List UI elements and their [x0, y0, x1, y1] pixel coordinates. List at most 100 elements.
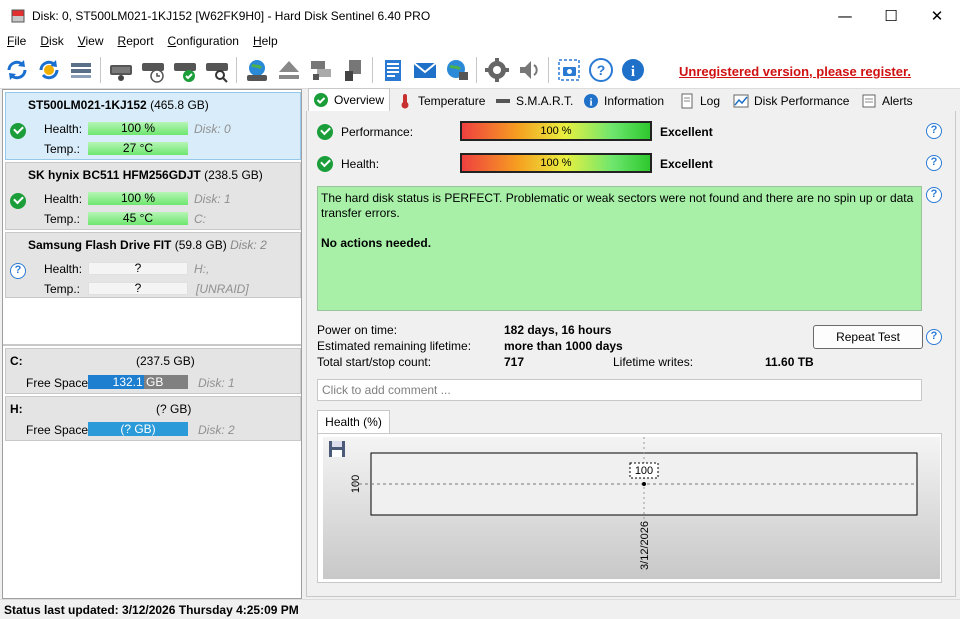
globe-disk-icon[interactable]	[244, 57, 270, 83]
menu-report[interactable]: Report	[111, 34, 161, 48]
tab-label: Alerts	[882, 93, 913, 108]
tab-log[interactable]: Log	[674, 89, 726, 112]
refresh-all-icon[interactable]	[36, 57, 62, 83]
svg-text:?: ?	[597, 62, 606, 78]
repeat-test-help-icon[interactable]: ?	[926, 329, 942, 345]
start-stop-label: Total start/stop count:	[317, 355, 432, 369]
health-label: Health:	[44, 262, 83, 276]
gear-icon[interactable]	[484, 57, 510, 83]
network-disk-icon[interactable]	[308, 57, 334, 83]
svg-text:i: i	[589, 96, 592, 108]
tab-label: S.M.A.R.T.	[516, 93, 574, 108]
temp-label: Temp.:	[44, 212, 81, 226]
tab-label: Information	[604, 93, 665, 108]
health-bar: 100 %	[460, 153, 652, 173]
lifetime-writes-label: Lifetime writes:	[613, 355, 694, 369]
tab-alerts[interactable]: Alerts	[856, 89, 916, 112]
volume-card-c[interactable]: C: (237.5 GB) Free Space 132.1 GB Disk: …	[5, 348, 301, 394]
ok-status-icon	[10, 123, 26, 139]
raid-label: [UNRAID]	[196, 282, 249, 296]
tab-overview[interactable]: Overview	[308, 88, 390, 112]
free-space-value: (? GB)	[120, 422, 156, 436]
performance-ok-icon	[317, 124, 333, 140]
menu-file[interactable]: File	[0, 34, 33, 48]
ok-status-icon	[10, 193, 26, 209]
disk-number: Disk: 1	[198, 376, 235, 390]
tab-strip: Overview Temperature S.M.A.R.T. i Inform…	[308, 88, 958, 112]
data-label: 100	[635, 465, 653, 477]
volume-letter: H:	[10, 402, 23, 416]
disk-search-icon[interactable]	[204, 57, 230, 83]
screenshot-icon[interactable]	[556, 57, 582, 83]
health-ok-icon	[317, 156, 333, 172]
status-description: The hard disk status is PERFECT. Problem…	[317, 186, 922, 311]
temp-label: Temp.:	[44, 142, 81, 156]
comment-field[interactable]: Click to add comment ...	[317, 379, 922, 401]
temp-label: Temp.:	[44, 282, 81, 296]
status-last-updated: Status last updated: 3/12/2026 Thursday …	[4, 603, 299, 617]
menu-view[interactable]: View	[71, 34, 111, 48]
volume-size: (? GB)	[156, 402, 192, 416]
disk-card-0[interactable]: ST500LM021-1KJ152 (465.8 GB) Health: 100…	[5, 92, 301, 160]
maximize-button[interactable]: ☐	[868, 0, 914, 31]
y-tick-label: 100	[350, 475, 362, 493]
info-icon[interactable]: i	[620, 57, 646, 83]
tab-smart[interactable]: S.M.A.R.T.	[490, 89, 576, 112]
tab-temperature[interactable]: Temperature	[392, 89, 488, 112]
disk-info-icon[interactable]	[108, 57, 134, 83]
usb-disk-icon[interactable]	[340, 57, 366, 83]
start-stop-value: 717	[504, 355, 525, 369]
tab-information[interactable]: i Information	[578, 89, 672, 112]
disk-schedule-icon[interactable]	[140, 57, 166, 83]
menu-disk[interactable]: Disk	[33, 34, 70, 48]
temp-bar: 27 °C	[88, 142, 188, 155]
graph-tab-health[interactable]: Health (%)	[317, 410, 390, 433]
svg-text:i: i	[631, 64, 635, 80]
eject-icon[interactable]	[276, 57, 302, 83]
help-icon[interactable]: ?	[588, 57, 614, 83]
health-chart: 100 100 3/12/2026	[350, 437, 918, 570]
menu-configuration[interactable]: Configuration	[161, 34, 246, 48]
performance-help-icon[interactable]: ?	[926, 123, 942, 139]
toolbar: ? i Unregistered version, please registe…	[0, 51, 960, 89]
free-space-label: Free Space	[26, 376, 89, 390]
lifetime-value: more than 1000 days	[504, 339, 623, 353]
menu-help[interactable]: Help	[246, 34, 285, 48]
register-link[interactable]: Unregistered version, please register.	[679, 64, 911, 79]
smart-table-icon	[495, 93, 511, 109]
disk-test-icon[interactable]	[172, 57, 198, 83]
repeat-test-button[interactable]: Repeat Test	[813, 325, 923, 349]
disk-number: Disk: 0	[194, 122, 231, 136]
health-bar: 100 %	[88, 192, 188, 205]
report-icon[interactable]	[380, 57, 406, 83]
tab-label: Log	[700, 93, 721, 108]
status-action: No actions needed.	[321, 236, 432, 250]
tab-label: Overview	[334, 93, 385, 107]
status-help-icon[interactable]: ?	[926, 187, 942, 203]
alerts-icon	[861, 93, 877, 109]
status-text: The hard disk status is PERFECT. Problem…	[321, 191, 914, 220]
minimize-button[interactable]: —	[822, 0, 868, 31]
health-help-icon[interactable]: ?	[926, 155, 942, 171]
email-icon[interactable]	[412, 57, 438, 83]
web-report-icon[interactable]	[444, 57, 470, 83]
data-point	[642, 482, 646, 486]
disk-card-1[interactable]: SK hynix BC511 HFM256GDJT (238.5 GB) Hea…	[5, 162, 301, 230]
close-button[interactable]: ✕	[914, 0, 960, 31]
speaker-icon[interactable]	[516, 57, 542, 83]
disk-number: Disk: 1	[194, 192, 231, 206]
refresh-icon[interactable]	[4, 57, 30, 83]
lifetime-label: Estimated remaining lifetime:	[317, 339, 472, 353]
performance-bar: 100 %	[460, 121, 652, 141]
free-space-bar: 132.1 GB	[88, 375, 188, 389]
volume-letters: H:,	[194, 262, 210, 276]
log-icon	[679, 93, 695, 109]
temp-bar: ?	[88, 282, 188, 295]
disk-list-panel: ST500LM021-1KJ152 (465.8 GB) Health: 100…	[2, 89, 302, 599]
tab-disk-performance[interactable]: Disk Performance	[728, 89, 854, 112]
health-bar: ?	[88, 262, 188, 275]
volume-card-h[interactable]: H: (? GB) Free Space (? GB) Disk: 2	[5, 396, 301, 441]
overview-panel: Performance: 100 % Excellent ? Health: 1…	[306, 111, 956, 597]
disk-list-icon[interactable]	[68, 57, 94, 83]
disk-card-2[interactable]: Samsung Flash Drive FIT (59.8 GB) Disk: …	[5, 232, 301, 298]
